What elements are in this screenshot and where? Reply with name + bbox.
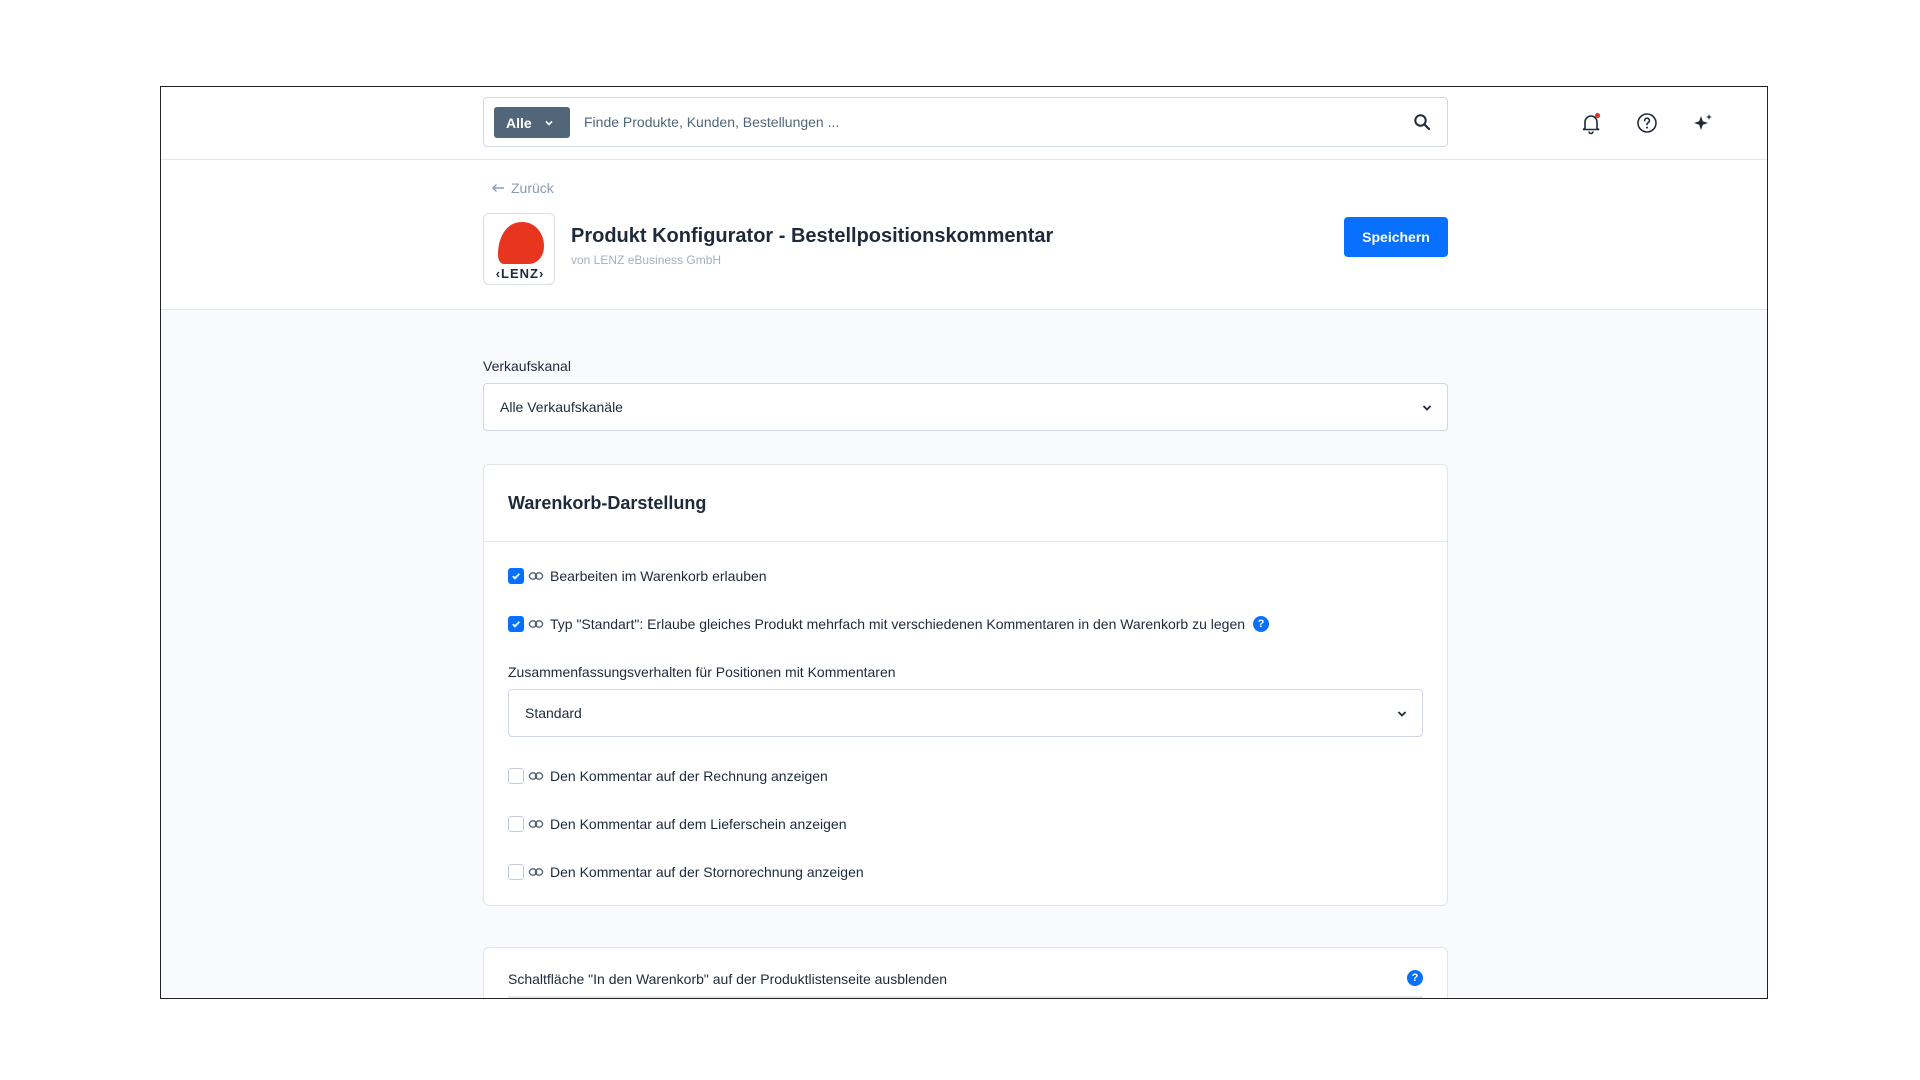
option-delivery-note-comment: Den Kommentar auf dem Lieferschein anzei… [508, 816, 847, 832]
checkbox[interactable] [508, 864, 524, 880]
vendor-name: von LENZ eBusiness GmbH [571, 253, 722, 267]
chevron-down-icon [1397, 711, 1407, 717]
save-button[interactable]: Speichern [1344, 217, 1448, 257]
app-header: Zurück ‹LENZ› Produkt Konfigurator - Bes… [161, 160, 1767, 310]
app-window: Alle Zurück [160, 86, 1768, 999]
back-link[interactable]: Zurück [491, 180, 554, 196]
link-icon [528, 772, 544, 780]
help-circle-icon[interactable] [1635, 111, 1659, 135]
option-standard-type: Typ "Standart": Erlaube gleiches Produkt… [508, 616, 1270, 632]
merge-behavior-label: Zusammenfassungsverhalten für Positionen… [508, 664, 896, 680]
divider [484, 541, 1447, 542]
option-label: Typ "Standart": Erlaube gleiches Produkt… [550, 616, 1246, 632]
search-scope-label: Alle [506, 114, 532, 131]
checkbox[interactable] [508, 816, 524, 832]
app-logo: ‹LENZ› [483, 213, 555, 285]
sparkles-icon[interactable] [1691, 111, 1715, 135]
logo-text: ‹LENZ› [495, 266, 545, 281]
hide-cart-button-label: Schaltfläche "In den Warenkorb" auf der … [508, 971, 948, 987]
search-icon[interactable] [1413, 113, 1431, 131]
merge-behavior-value: Standard [525, 705, 582, 721]
link-icon [528, 820, 544, 828]
checkbox[interactable] [508, 616, 524, 632]
sales-channel-label: Verkaufskanal [483, 358, 571, 374]
option-label: Den Kommentar auf der Stornorechnung anz… [550, 864, 864, 880]
cart-display-card: Warenkorb-Darstellung Bearbeiten im Ware… [483, 464, 1448, 906]
sales-channel-value: Alle Verkaufskanäle [500, 399, 623, 415]
product-list-card: Schaltfläche "In den Warenkorb" auf der … [483, 947, 1448, 998]
link-icon [528, 868, 544, 876]
checkbox[interactable] [508, 568, 524, 584]
global-search: Alle [483, 97, 1448, 147]
option-label: Den Kommentar auf dem Lieferschein anzei… [550, 816, 847, 832]
option-label: Den Kommentar auf der Rechnung anzeigen [550, 768, 828, 784]
back-label: Zurück [511, 180, 554, 196]
search-scope-dropdown[interactable]: Alle [494, 107, 570, 138]
card-title: Warenkorb-Darstellung [508, 493, 707, 513]
page-title: Produkt Konfigurator - Bestellpositionsk… [571, 225, 1054, 247]
option-cancellation-comment: Den Kommentar auf der Stornorechnung anz… [508, 864, 864, 880]
search-input[interactable] [584, 98, 1384, 146]
link-icon [528, 572, 544, 580]
sales-channel-select[interactable]: Alle Verkaufskanäle [483, 383, 1448, 431]
checkbox[interactable] [508, 768, 524, 784]
divider [508, 996, 1423, 998]
option-label: Bearbeiten im Warenkorb erlauben [550, 568, 767, 584]
chevron-down-icon [545, 120, 553, 126]
help-icon[interactable]: ? [1253, 616, 1270, 632]
option-invoice-comment: Den Kommentar auf der Rechnung anzeigen [508, 768, 828, 784]
bell-icon[interactable] [1579, 111, 1603, 135]
top-bar: Alle [161, 87, 1767, 160]
link-icon [528, 620, 544, 628]
arrow-left-icon [492, 184, 504, 192]
help-icon[interactable]: ? [1407, 970, 1423, 986]
chevron-down-icon [1422, 405, 1432, 411]
merge-behavior-select[interactable]: Standard [508, 689, 1423, 737]
option-edit-in-cart: Bearbeiten im Warenkorb erlauben [508, 568, 767, 584]
